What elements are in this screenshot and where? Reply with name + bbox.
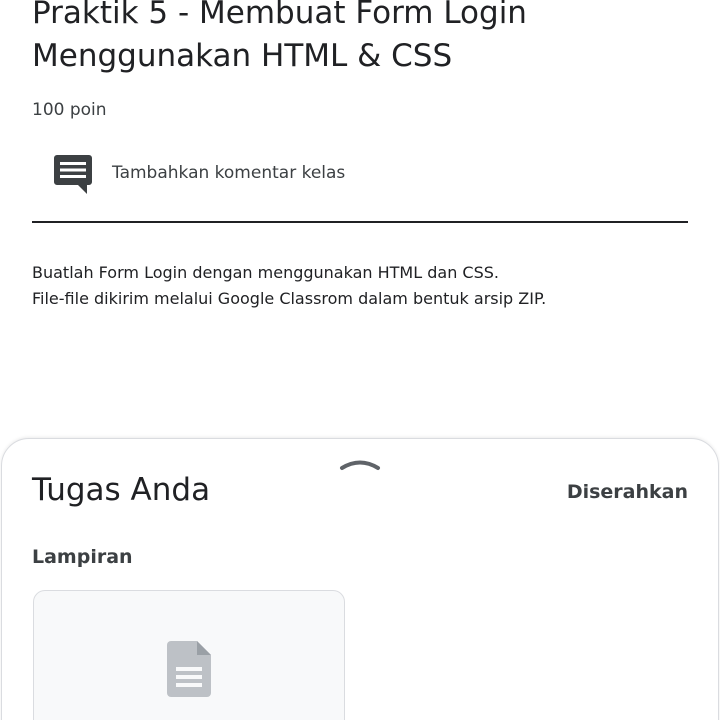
points-label: 100 poin [32,100,107,120]
attachment-card[interactable] [33,590,345,720]
assignment-title: Praktik 5 - Membuat Form Login Menggunak… [32,0,527,74]
submission-status: Diserahkan [566,481,688,503]
description-line: File-file dikirim melalui Google Classro… [32,289,547,308]
divider [32,221,688,223]
document-icon [167,641,211,697]
assignment-page: Praktik 5 - Membuat Form Login Menggunak… [0,0,720,720]
description-line: Buatlah Form Login dengan menggunakan HT… [32,263,499,282]
class-comment-label: Tambahkan komentar kelas [112,163,346,183]
attachments-label: Lampiran [32,546,133,568]
comment-icon [54,155,92,194]
assignment-description: Buatlah Form Login dengan menggunakan HT… [32,260,692,312]
chevron-up-icon[interactable] [339,455,381,471]
add-class-comment-button[interactable]: Tambahkan komentar kelas [32,148,688,196]
your-work-title: Tugas Anda [32,472,211,508]
